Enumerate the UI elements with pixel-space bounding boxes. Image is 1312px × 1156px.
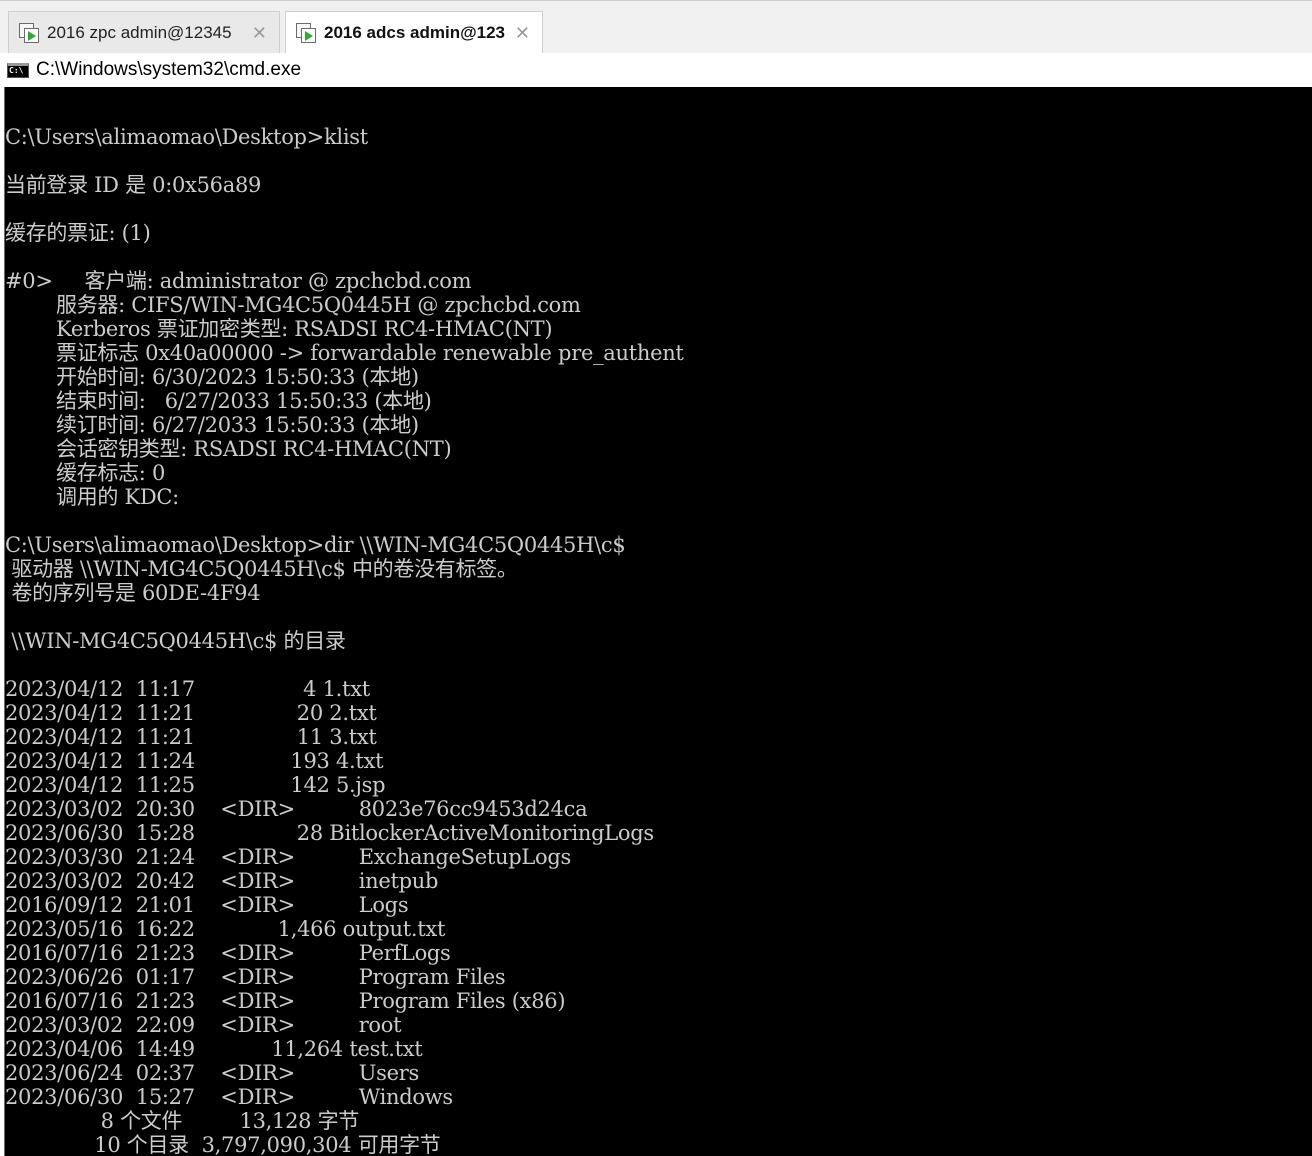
vm-icon xyxy=(296,23,316,43)
console-line: 2023/06/30 15:27 <DIR> Windows xyxy=(5,1085,453,1109)
console-line: 调用的 KDC: xyxy=(5,485,179,509)
console-line: 8 个文件 13,128 字节 xyxy=(5,1109,360,1133)
console-line: 2023/04/12 11:25 142 5.jsp xyxy=(5,773,386,797)
console-line: 2016/07/16 21:23 <DIR> Program Files (x8… xyxy=(5,989,566,1013)
console-line: #0> 客户端: administrator @ zpchcbd.com xyxy=(5,269,472,293)
window-titlebar[interactable]: C:\ C:\Windows\system32\cmd.exe xyxy=(0,53,1312,87)
console-line: 2023/04/12 11:21 20 2.txt xyxy=(5,701,377,725)
console-line: 2023/06/30 15:28 28 BitlockerActiveMonit… xyxy=(5,821,654,845)
console-line: 会话密钥类型: RSADSI RC4-HMAC(NT) xyxy=(5,437,452,461)
console-line: 2023/03/02 22:09 <DIR> root xyxy=(5,1013,402,1037)
console-line: 续订时间: 6/27/2033 15:50:33 (本地) xyxy=(5,413,419,437)
console-line: 2023/03/02 20:42 <DIR> inetpub xyxy=(5,869,439,893)
console-line: 2023/03/02 20:30 <DIR> 8023e76cc9453d24c… xyxy=(5,797,588,821)
vm-icon xyxy=(19,23,39,43)
tab-2016-adcs[interactable]: 2016 adcs admin@123 ✕ xyxy=(285,11,543,54)
console-line: 2023/04/12 11:24 193 4.txt xyxy=(5,749,384,773)
console-line: 2023/04/12 11:17 4 1.txt xyxy=(5,677,370,701)
console-line: C:\Users\alimaomao\Desktop>dir \\WIN-MG4… xyxy=(5,533,626,557)
console-line: Kerberos 票证加密类型: RSADSI RC4-HMAC(NT) xyxy=(5,317,553,341)
console-line: 当前登录 ID 是 0:0x56a89 xyxy=(5,173,262,197)
cmd-icon: C:\ xyxy=(7,62,29,78)
console-line: 缓存标志: 0 xyxy=(5,461,166,485)
console-line: 2016/09/12 21:01 <DIR> Logs xyxy=(5,893,409,917)
tab-2016-zpc[interactable]: 2016 zpc admin@12345 ✕ xyxy=(8,11,280,54)
console-line: \\WIN-MG4C5Q0445H\c$ 的目录 xyxy=(5,629,346,653)
close-icon[interactable]: ✕ xyxy=(252,23,267,44)
console-line: 缓存的票证: (1) xyxy=(5,221,151,245)
console-line: 2023/03/30 21:24 <DIR> ExchangeSetupLogs xyxy=(5,845,571,869)
console-line: 结束时间: 6/27/2033 15:50:33 (本地) xyxy=(5,389,432,413)
window-title: C:\Windows\system32\cmd.exe xyxy=(36,59,302,80)
console-output[interactable]: C:\Users\alimaomao\Desktop>klist 当前登录 ID … xyxy=(4,87,1312,1156)
console-line: 卷的序列号是 60DE-4F94 xyxy=(5,581,261,605)
console-line: 2023/06/26 01:17 <DIR> Program Files xyxy=(5,965,506,989)
console-line: 2023/06/24 02:37 <DIR> Users xyxy=(5,1061,419,1085)
console-text: C:\Users\alimaomao\Desktop>klist 当前登录 ID … xyxy=(5,87,1312,1156)
console-line: 2016/07/16 21:23 <DIR> PerfLogs xyxy=(5,941,451,965)
console-line: 2023/05/16 16:22 1,466 output.txt xyxy=(5,917,446,941)
console-line: 开始时间: 6/30/2023 15:50:33 (本地) xyxy=(5,365,419,389)
tab-label: 2016 zpc admin@12345 xyxy=(47,23,232,42)
console-line: 2023/04/12 11:21 11 3.txt xyxy=(5,725,377,749)
console-line: 2023/04/06 14:49 11,264 test.txt xyxy=(5,1037,423,1061)
close-icon[interactable]: ✕ xyxy=(515,23,530,44)
app-window: 2016 zpc admin@12345 ✕ 2016 adcs admin@1… xyxy=(0,0,1312,1156)
tab-label: 2016 adcs admin@123 xyxy=(324,23,506,42)
tab-bar: 2016 zpc admin@12345 ✕ 2016 adcs admin@1… xyxy=(0,0,1312,54)
console-line: C:\Users\alimaomao\Desktop>klist xyxy=(5,125,368,149)
console-line: 服务器: CIFS/WIN-MG4C5Q0445H @ zpchcbd.com xyxy=(5,293,581,317)
console-line: 10 个目录 3,797,090,304 可用字节 xyxy=(5,1133,441,1156)
console-line: 票证标志 0x40a00000 -> forwardable renewable… xyxy=(5,341,684,365)
console-line: 驱动器 \\WIN-MG4C5Q0445H\c$ 中的卷没有标签。 xyxy=(5,557,518,581)
